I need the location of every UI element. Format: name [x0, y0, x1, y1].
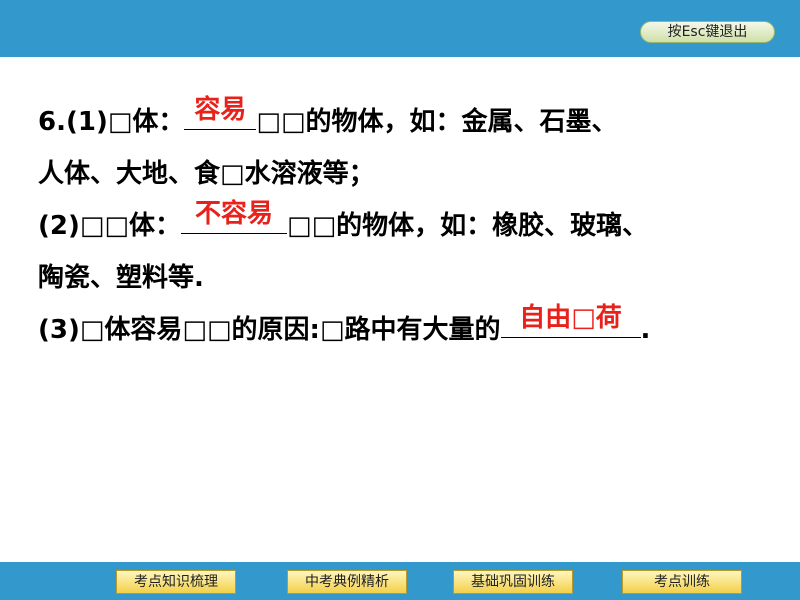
line-5-prefix: (3)□体容易□□的原因:□路中有大量的 [38, 315, 501, 345]
answer-blank-2: 不容易 [181, 199, 287, 234]
line-2-text: 人体、大地、食□水溶液等； [38, 159, 375, 189]
exit-button[interactable]: 按Esc键退出 [640, 21, 775, 43]
question-line-4: 陶瓷、塑料等. [38, 252, 788, 304]
question-line-1: 6.(1)□体： 容易 □□的物体，如：金属、石墨、 [38, 96, 788, 148]
line-5-suffix: . [640, 315, 651, 345]
question-line-2: 人体、大地、食□水溶液等； [38, 148, 788, 200]
line-4-text: 陶瓷、塑料等. [38, 263, 204, 293]
line-1-suffix: □□的物体，如：金属、石墨、 [256, 107, 618, 137]
line-1-prefix: 6.(1)□体： [38, 107, 185, 137]
question-line-3: (2)□□体： 不容易 □□的物体，如：橡胶、玻璃、 [38, 200, 788, 252]
line-3-suffix: □□的物体，如：橡胶、玻璃、 [287, 211, 649, 241]
nav-typical-examples[interactable]: 中考典例精析 [287, 570, 407, 594]
question-content: 6.(1)□体： 容易 □□的物体，如：金属、石墨、 人体、大地、食□水溶液等； (… [38, 96, 788, 356]
nav-knowledge-review[interactable]: 考点知识梳理 [116, 570, 236, 594]
answer-blank-3: 自由□荷 [500, 303, 641, 338]
answer-2: 不容易 [194, 199, 274, 229]
question-line-5: (3)□体容易□□的原因:□路中有大量的 自由□荷. [38, 304, 788, 356]
nav-exam-practice[interactable]: 考点训练 [622, 570, 742, 594]
line-3-prefix: (2)□□体： [38, 211, 181, 241]
bottom-nav-bar: 考点知识梳理 中考典例精析 基础巩固训练 考点训练 [0, 562, 800, 600]
nav-basic-practice[interactable]: 基础巩固训练 [453, 570, 573, 594]
answer-3: 自由□荷 [519, 303, 622, 333]
answer-blank-1: 容易 [184, 95, 257, 130]
top-bar: 按Esc键退出 [0, 0, 800, 57]
answer-1: 容易 [194, 95, 247, 125]
